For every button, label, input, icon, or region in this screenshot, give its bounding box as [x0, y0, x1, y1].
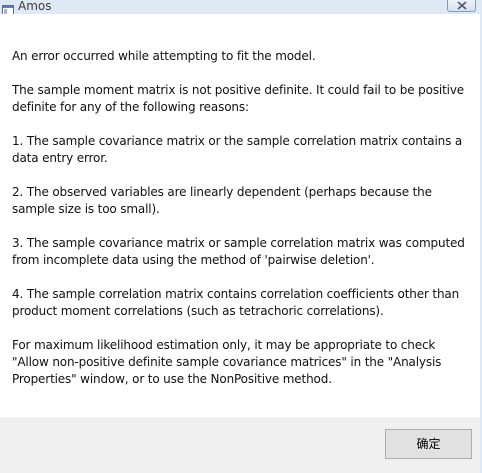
- message-paragraph: An error occurred while attempting to fi…: [12, 49, 316, 63]
- message-paragraph: 3. The sample covariance matrix or sampl…: [12, 236, 465, 267]
- button-bar: 确定: [0, 417, 480, 473]
- dialog-window: Amos An error occurred while attempting …: [0, 0, 480, 473]
- title-bar[interactable]: Amos: [0, 0, 480, 16]
- message-paragraph: The sample moment matrix is not positive…: [12, 83, 465, 114]
- message-paragraph: 1. The sample covariance matrix or the s…: [12, 134, 463, 165]
- message-paragraph: 4. The sample correlation matrix contain…: [12, 287, 460, 318]
- message-paragraph: 2. The observed variables are linearly d…: [12, 185, 432, 216]
- message-paragraph: For maximum likelihood estimation only, …: [12, 338, 442, 386]
- ok-button[interactable]: 确定: [385, 429, 472, 459]
- close-button[interactable]: [447, 0, 476, 12]
- error-message: An error occurred while attempting to fi…: [12, 48, 474, 405]
- window-title: Amos: [18, 0, 52, 13]
- message-area: An error occurred while attempting to fi…: [0, 14, 480, 417]
- app-window-icon: [2, 1, 14, 16]
